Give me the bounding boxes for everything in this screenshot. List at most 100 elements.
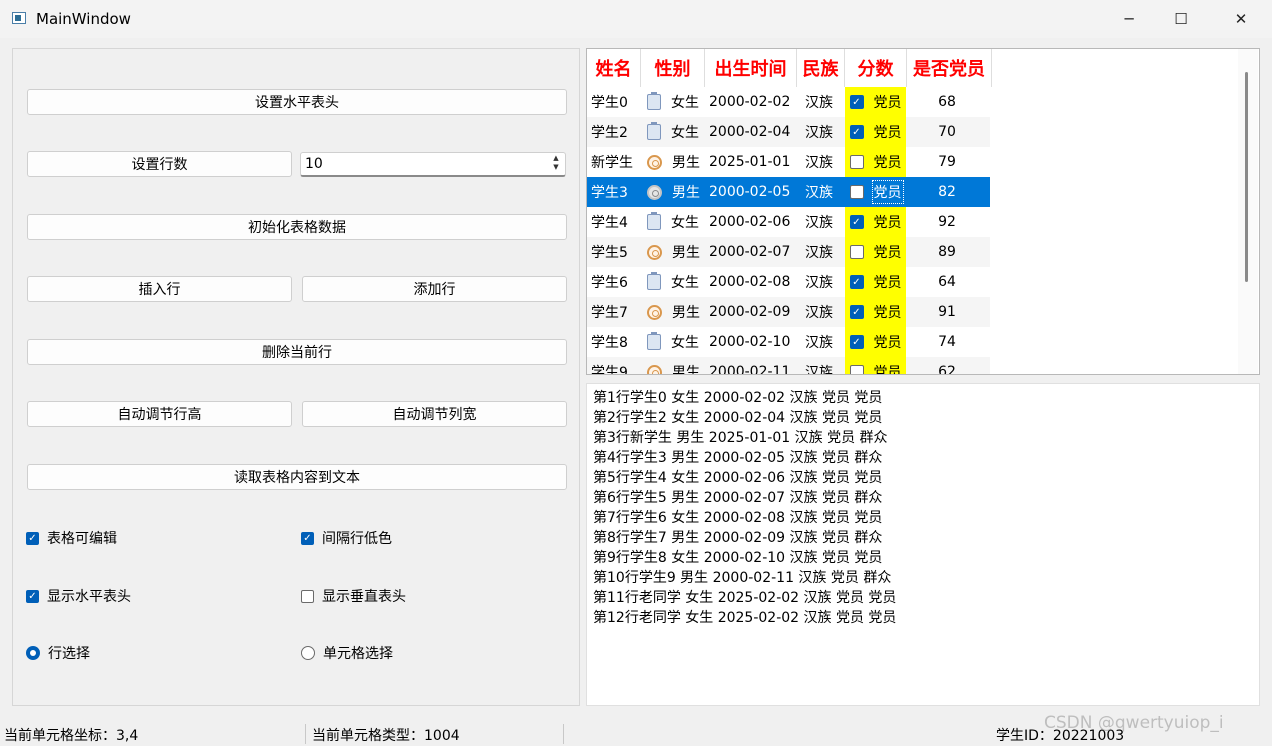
birth-cell[interactable]: 2000-02-06 — [709, 207, 790, 237]
nation-cell[interactable]: 汉族 — [805, 237, 833, 267]
table-row[interactable]: 学生9 男生 2000-02-11 汉族 党员 62 — [587, 357, 990, 374]
gender-cell[interactable]: 女生 — [647, 207, 699, 237]
minimize-button[interactable]: ─ — [1106, 0, 1152, 38]
score-cell[interactable]: 91 — [907, 297, 987, 327]
table-scrollbar[interactable] — [1238, 49, 1258, 374]
party-checkbox-checked-icon[interactable]: ✓ — [849, 275, 864, 289]
party-checkbox-checked-icon[interactable]: ✓ — [849, 215, 864, 229]
score-cell[interactable]: 62 — [907, 357, 987, 374]
name-cell[interactable]: 学生6 — [591, 267, 628, 297]
maximize-button[interactable]: ☐ — [1158, 0, 1204, 38]
name-cell[interactable]: 学生0 — [591, 87, 628, 117]
nation-cell[interactable]: 汉族 — [805, 297, 833, 327]
name-cell[interactable]: 学生7 — [591, 297, 628, 327]
party-cell[interactable]: ✓ 党员 — [845, 327, 906, 357]
party-checkbox-unchecked-icon[interactable] — [849, 245, 864, 259]
table-row[interactable]: 学生5 男生 2000-02-07 汉族 党员 89 — [587, 237, 990, 267]
party-checkbox-checked-icon[interactable]: ✓ — [849, 305, 864, 319]
score-cell[interactable]: 70 — [907, 117, 987, 147]
birth-cell[interactable]: 2000-02-07 — [709, 237, 790, 267]
gender-cell[interactable]: 男生 — [647, 357, 700, 374]
column-header[interactable]: 出生时间 — [705, 49, 797, 87]
set-header-button[interactable]: 设置水平表头 — [27, 89, 567, 115]
party-checkbox-checked-icon[interactable]: ✓ — [849, 125, 864, 139]
gender-cell[interactable]: 男生 — [647, 147, 700, 177]
column-header[interactable]: 是否党员 — [907, 49, 992, 87]
name-cell[interactable]: 学生9 — [591, 357, 628, 374]
cell-select-radio[interactable]: 单元格选择 — [301, 643, 393, 663]
score-cell[interactable]: 64 — [907, 267, 987, 297]
party-checkbox-unchecked-icon[interactable] — [849, 365, 864, 374]
name-cell[interactable]: 学生4 — [591, 207, 628, 237]
birth-cell[interactable]: 2000-02-08 — [709, 267, 790, 297]
name-cell[interactable]: 新学生 — [591, 147, 633, 177]
gender-cell[interactable]: 女生 — [647, 327, 699, 357]
score-cell[interactable]: 82 — [907, 177, 987, 207]
column-header[interactable]: 性别 — [641, 49, 705, 87]
party-cell[interactable]: 党员 — [845, 177, 906, 207]
score-cell[interactable]: 68 — [907, 87, 987, 117]
party-checkbox-checked-icon[interactable]: ✓ — [849, 95, 864, 109]
nation-cell[interactable]: 汉族 — [805, 267, 833, 297]
show-hheader-checkbox[interactable]: ✓ 显示水平表头 — [26, 586, 131, 606]
party-cell[interactable]: ✓ 党员 — [845, 117, 906, 147]
gender-cell[interactable]: 女生 — [647, 267, 699, 297]
table-scrollbar-thumb[interactable] — [1245, 72, 1248, 282]
score-cell[interactable]: 89 — [907, 237, 987, 267]
editable-checkbox[interactable]: ✓ 表格可编辑 — [26, 528, 117, 548]
nation-cell[interactable]: 汉族 — [805, 207, 833, 237]
init-table-button[interactable]: 初始化表格数据 — [27, 214, 567, 240]
birth-cell[interactable]: 2000-02-04 — [709, 117, 790, 147]
column-header[interactable]: 分数 — [845, 49, 907, 87]
party-cell[interactable]: 党员 — [845, 237, 906, 267]
nation-cell[interactable]: 汉族 — [805, 357, 833, 374]
set-rows-button[interactable]: 设置行数 — [27, 151, 292, 177]
insert-row-button[interactable]: 插入行 — [27, 276, 292, 302]
party-cell[interactable]: ✓ 党员 — [845, 87, 906, 117]
title-bar[interactable]: MainWindow ─ ☐ ✕ — [0, 0, 1272, 38]
alternate-color-checkbox[interactable]: ✓ 间隔行低色 — [301, 528, 392, 548]
table-row[interactable]: 学生2 女生 2000-02-04 汉族 ✓ 党员 70 — [587, 117, 990, 147]
score-cell[interactable]: 92 — [907, 207, 987, 237]
nation-cell[interactable]: 汉族 — [805, 117, 833, 147]
name-cell[interactable]: 学生2 — [591, 117, 628, 147]
auto-col-width-button[interactable]: 自动调节列宽 — [302, 401, 567, 427]
party-cell[interactable]: 党员 — [845, 147, 906, 177]
gender-cell[interactable]: 女生 — [647, 87, 699, 117]
name-cell[interactable]: 学生8 — [591, 327, 628, 357]
add-row-button[interactable]: 添加行 — [302, 276, 567, 302]
birth-cell[interactable]: 2025-01-01 — [709, 147, 790, 177]
party-cell[interactable]: ✓ 党员 — [845, 207, 906, 237]
table-row[interactable]: 学生4 女生 2000-02-06 汉族 ✓ 党员 92 — [587, 207, 990, 237]
student-table[interactable]: 姓名 性别 出生时间 民族 分数 是否党员 学生0 女生 2000-02-02 汉族 ✓ 党员 68 学… — [586, 48, 1260, 375]
birth-cell[interactable]: 2000-02-02 — [709, 87, 790, 117]
party-cell[interactable]: 党员 — [845, 357, 906, 374]
table-row[interactable]: 学生6 女生 2000-02-08 汉族 ✓ 党员 64 — [587, 267, 990, 297]
rows-spinbox[interactable]: 10 ▲ ▼ — [300, 152, 566, 177]
birth-cell[interactable]: 2000-02-05 — [709, 177, 790, 207]
birth-cell[interactable]: 2000-02-11 — [709, 357, 790, 374]
gender-cell[interactable]: 男生 — [647, 297, 700, 327]
row-select-radio[interactable]: 行选择 — [26, 643, 90, 663]
nation-cell[interactable]: 汉族 — [805, 327, 833, 357]
party-checkbox-checked-icon[interactable]: ✓ — [849, 335, 864, 349]
table-row[interactable]: 学生3 男生 2000-02-05 汉族 党员 82 — [587, 177, 990, 207]
nation-cell[interactable]: 汉族 — [805, 147, 833, 177]
score-cell[interactable]: 74 — [907, 327, 987, 357]
party-cell[interactable]: ✓ 党员 — [845, 267, 906, 297]
table-row[interactable]: 学生7 男生 2000-02-09 汉族 ✓ 党员 91 — [587, 297, 990, 327]
close-button[interactable]: ✕ — [1218, 0, 1264, 38]
name-cell[interactable]: 学生3 — [591, 177, 628, 207]
table-row[interactable]: 学生0 女生 2000-02-02 汉族 ✓ 党员 68 — [587, 87, 990, 117]
spin-arrows-icon[interactable]: ▲ ▼ — [549, 154, 563, 173]
table-row[interactable]: 新学生 男生 2025-01-01 汉族 党员 79 — [587, 147, 990, 177]
birth-cell[interactable]: 2000-02-09 — [709, 297, 790, 327]
nation-cell[interactable]: 汉族 — [805, 87, 833, 117]
show-vheader-checkbox[interactable]: 显示垂直表头 — [301, 586, 406, 606]
gender-cell[interactable]: 女生 — [647, 117, 699, 147]
party-cell[interactable]: ✓ 党员 — [845, 297, 906, 327]
text-output[interactable]: 第1行学生0 女生 2000-02-02 汉族 党员 党员 第2行学生2 女生 2… — [586, 383, 1260, 706]
delete-row-button[interactable]: 删除当前行 — [27, 339, 567, 365]
birth-cell[interactable]: 2000-02-10 — [709, 327, 790, 357]
gender-cell[interactable]: 男生 — [647, 237, 700, 267]
